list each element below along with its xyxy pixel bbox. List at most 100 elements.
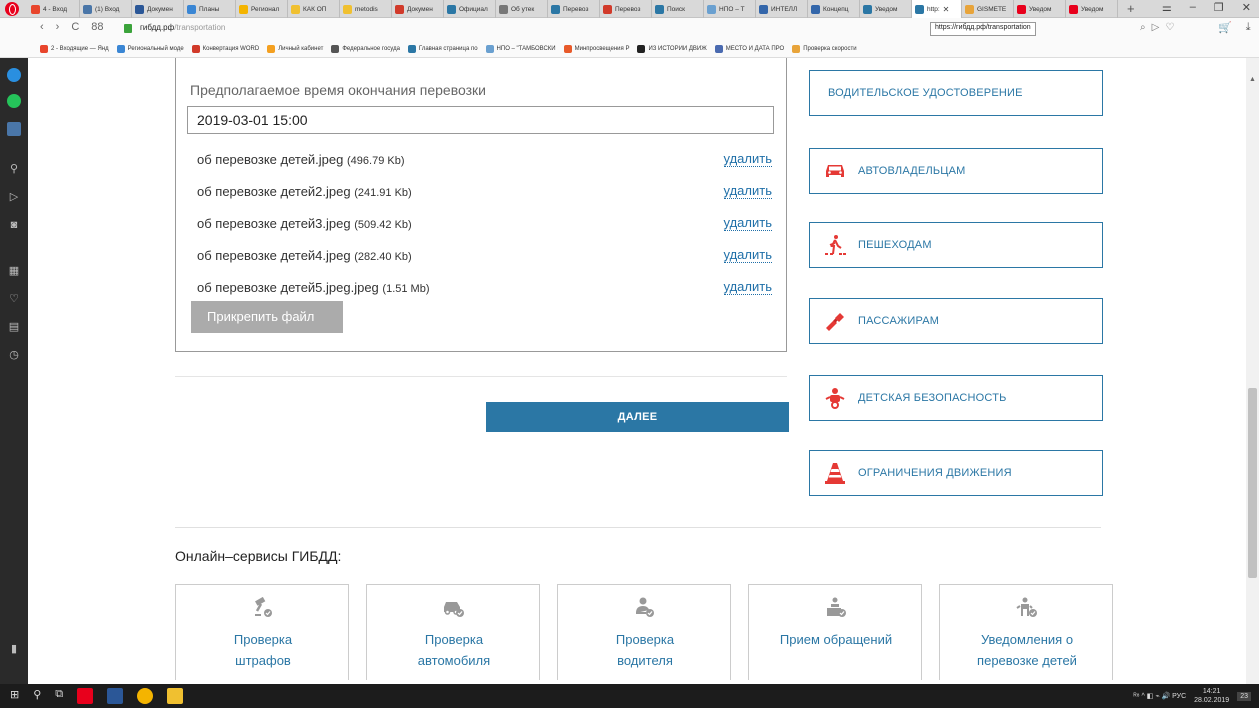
bookmark-label: Минпросвещения Р (574, 45, 630, 52)
delete-file-link[interactable]: удалить (723, 248, 772, 263)
bookmark-item[interactable]: Проверка скорости (792, 44, 857, 53)
search-icon[interactable]: ⚲ (7, 162, 21, 176)
browser-tab[interactable]: ИНТЕЛЛ (756, 0, 808, 18)
camera-icon[interactable]: ◙ (7, 218, 21, 232)
delete-file-link[interactable]: удалить (723, 152, 772, 167)
restore-button[interactable]: ❐ (1214, 1, 1224, 14)
browser-tab[interactable]: Уведом (1014, 0, 1066, 18)
whatsapp-icon[interactable] (7, 94, 21, 108)
browser-tab[interactable]: Перевоз (600, 0, 652, 18)
clock[interactable]: 14:21 28.02.2019 (1194, 687, 1229, 705)
heart-icon[interactable]: ♡ (1165, 22, 1174, 33)
delete-file-link[interactable]: удалить (723, 184, 772, 199)
category-pedestrians[interactable]: ПЕШЕХОДАМ (809, 222, 1103, 268)
category-driver-license[interactable]: ВОДИТЕЛЬСКОЕ УДОСТОВЕРЕНИЕ (809, 70, 1103, 116)
scroll-up-icon[interactable]: ▲ (1249, 76, 1256, 83)
bookmark-item[interactable]: Конвертация WORD (191, 44, 259, 53)
browser-tab[interactable]: Регионал (236, 0, 288, 18)
sidebar-toggle-icon[interactable]: ▮ (7, 642, 21, 656)
browser-tab[interactable]: Поиск (652, 0, 704, 18)
heart-icon[interactable]: ♡ (7, 292, 21, 306)
category-car-owners[interactable]: АВТОВЛАДЕЛЬЦАМ (809, 148, 1103, 194)
reload-button[interactable]: C (71, 21, 79, 33)
page-scrollbar[interactable]: ▲ (1246, 58, 1259, 684)
chrome-taskbar-icon[interactable] (137, 688, 154, 704)
service-fines-check[interactable]: Проверка штрафов (175, 584, 349, 680)
service-driver-check[interactable]: Проверка водителя (557, 584, 731, 680)
forward-button[interactable]: › (56, 21, 60, 33)
notifications-badge[interactable]: 23 (1237, 691, 1251, 701)
windows-start-icon[interactable]: ⊞ (10, 688, 19, 704)
lock-icon[interactable] (124, 24, 132, 33)
browser-tab[interactable]: GISMETE (962, 0, 1014, 18)
category-child-safety[interactable]: ДЕТСКАЯ БЕЗОПАСНОСТЬ (809, 375, 1103, 421)
category-passengers[interactable]: ПАССАЖИРАМ (809, 298, 1103, 344)
browser-tab[interactable]: Докумен (132, 0, 184, 18)
end-time-input[interactable]: 2019-03-01 15:00 (187, 106, 774, 134)
bookmark-item[interactable]: Федеральное госуда (331, 44, 400, 53)
browser-tab[interactable]: Докумен (392, 0, 444, 18)
browser-tab[interactable]: Перевоз (548, 0, 600, 18)
browser-tab[interactable]: 4 - Вход (28, 0, 80, 18)
bookmark-item[interactable]: Региональный моде (116, 44, 184, 53)
opera-taskbar-icon[interactable] (77, 688, 94, 704)
tab-label: Поиск (667, 5, 686, 13)
minimize-button[interactable]: – (1190, 1, 1196, 14)
bookmark-label: 2 - Входящие — Янд (51, 45, 109, 52)
browser-tab[interactable]: НПО – Т (704, 0, 756, 18)
tab-favicon-icon (655, 4, 664, 14)
close-tab-icon[interactable]: ✕ (943, 5, 950, 14)
messenger-icon[interactable] (7, 68, 21, 82)
delete-file-link[interactable]: удалить (723, 216, 772, 231)
browser-tab[interactable]: Планы (184, 0, 236, 18)
bookmark-item[interactable]: Главная страница по (407, 44, 478, 53)
tray-icons[interactable]: ᴿ⁸ ^ ◧ ⌁ 🔊 РУС (1133, 692, 1186, 700)
history-icon[interactable]: ◷ (7, 348, 21, 362)
vk-icon[interactable] (7, 122, 21, 136)
browser-tab[interactable]: Концепц (808, 0, 860, 18)
url-field[interactable]: гибдд.рф/transportation (140, 23, 225, 32)
word-taskbar-icon[interactable] (107, 688, 124, 704)
bookmark-item[interactable]: 2 - Входящие — Янд (40, 44, 109, 53)
attach-file-button[interactable]: Прикрепить файл (191, 301, 343, 333)
back-button[interactable]: ‹ (40, 21, 44, 33)
opera-menu-icon[interactable] (5, 2, 19, 16)
bookmark-item[interactable]: НПО – "ТАМБОВСКИ (485, 44, 556, 53)
close-window-button[interactable]: ✕ (1242, 1, 1251, 14)
news-icon[interactable]: ▤ (7, 320, 21, 334)
task-view-icon[interactable]: ⧉ (55, 688, 63, 704)
delete-file-link[interactable]: удалить (723, 280, 772, 295)
service-car-check[interactable]: Проверка автомобиля (366, 584, 540, 680)
search-icon[interactable]: ⌕ (1140, 22, 1146, 33)
category-traffic-restrictions[interactable]: ОГРАНИЧЕНИЯ ДВИЖЕНИЯ (809, 450, 1103, 496)
bookmark-item[interactable]: ИЗ ИСТОРИИ ДВИЖ (637, 44, 707, 53)
tab-favicon-icon (915, 4, 924, 14)
category-label: ПАССАЖИРАМ (858, 315, 940, 327)
scrollbar-thumb[interactable] (1248, 388, 1257, 578)
bookmark-item[interactable]: Минпросвещения Р (563, 44, 630, 53)
download-icon[interactable]: ⤓ (1246, 21, 1251, 34)
speed-dial-button[interactable]: 88 (91, 21, 103, 33)
service-appeals[interactable]: Прием обращений (748, 584, 922, 680)
browser-tab[interactable]: metodis (340, 0, 392, 18)
browser-tab[interactable]: КАК ОП (288, 0, 340, 18)
search-icon[interactable]: ⚲ (33, 688, 41, 704)
bookmark-item[interactable]: Личный кабинет (267, 44, 323, 53)
new-tab-button[interactable]: + (1127, 1, 1135, 16)
send-icon[interactable]: ▷ (1152, 22, 1160, 33)
next-button[interactable]: ДАЛЕЕ (486, 402, 789, 432)
explorer-taskbar-icon[interactable] (167, 688, 184, 704)
cart-icon[interactable]: 🛒 (1218, 21, 1232, 34)
browser-tab[interactable]: Уведом (1066, 0, 1118, 18)
flow-icon[interactable]: ▷ (7, 190, 21, 204)
browser-tab[interactable]: Официал (444, 0, 496, 18)
service-child-transport-notice[interactable]: Уведомления о перевозке детей (939, 584, 1113, 680)
speed-dial-icon[interactable]: ▦ (7, 264, 21, 278)
browser-tab[interactable]: Уведом (860, 0, 912, 18)
tab-menu-icon[interactable]: ⚌ (1162, 1, 1172, 14)
category-label: ВОДИТЕЛЬСКОЕ УДОСТОВЕРЕНИЕ (828, 87, 1023, 99)
bookmark-item[interactable]: МЕСТО И ДАТА ПРО (714, 44, 784, 53)
browser-tab[interactable]: http: ✕ (912, 0, 962, 18)
browser-tab[interactable]: (1) Вход (80, 0, 132, 18)
browser-tab[interactable]: Об утек (496, 0, 548, 18)
